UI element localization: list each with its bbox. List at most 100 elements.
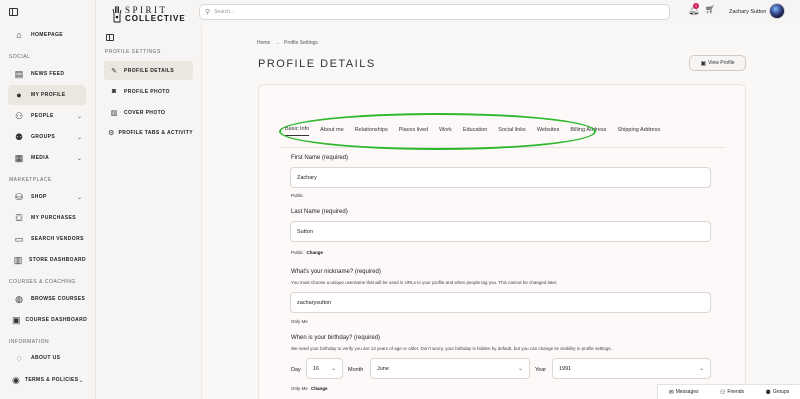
sidebar-item-label: Homepage — [31, 32, 63, 38]
day-value: 16 — [313, 365, 320, 372]
sidebar-item-my-profile[interactable]: ● My Profile — [8, 85, 86, 105]
sidebar-item-search-vendors[interactable]: ▭ Search Vendors — [8, 229, 86, 249]
tab-basic-info[interactable]: Basic Info — [285, 126, 310, 136]
sidebar-item-label: My Profile — [31, 92, 66, 98]
sidebar-item-homepage[interactable]: ⌂ Homepage — [8, 25, 86, 45]
sidebar-item-groups[interactable]: ⚉ Groups ⌄ — [8, 127, 86, 147]
year-select[interactable]: 1991 ⌄ — [552, 358, 711, 379]
first-name-visibility: Public — [291, 193, 304, 198]
last-name-visibility-row: Public Change — [291, 250, 323, 255]
change-visibility-link[interactable]: Change — [307, 250, 324, 255]
settings-item-cover-photo[interactable]: ▨ Cover Photo — [104, 103, 193, 122]
breadcrumb-home[interactable]: Home — [257, 40, 270, 46]
chevron-down-icon[interactable]: ⌄ — [77, 113, 82, 120]
view-profile-label: View Profile — [708, 60, 735, 66]
purchases-icon: ⛋ — [15, 212, 23, 223]
settings-heading: Profile Settings — [105, 49, 161, 55]
shop-icon: ⛁ — [15, 191, 23, 202]
chevron-down-icon[interactable]: ⌄ — [77, 155, 82, 162]
sidebar-item-browse-courses[interactable]: ◍ Browse Courses — [8, 289, 86, 309]
tab-shipping-address[interactable]: Shipping Address — [617, 127, 660, 136]
edit-icon: ✎ — [111, 67, 117, 75]
friends-button[interactable]: ⚇ Friends — [720, 389, 744, 396]
sidebar-item-shop[interactable]: ⛁ Shop ⌄ — [8, 187, 86, 207]
vendors-icon: ▭ — [14, 233, 24, 244]
sidebar-item-course-dashboard[interactable]: ▣ Course Dashboard — [8, 310, 88, 330]
sidebar-item-label: Shop — [31, 194, 47, 200]
tab-websites[interactable]: Websites — [537, 127, 560, 136]
search-bar[interactable]: ⚲ — [199, 4, 670, 20]
bottom-chat-bar: ✉ Messages ⚇ Friends ⚉ Groups — [657, 384, 800, 399]
settings-item-profile-details[interactable]: ✎ Profile Details — [104, 61, 193, 80]
chevron-down-icon[interactable]: ⌄ — [77, 134, 82, 141]
settings-item-profile-photo[interactable]: ◙ Profile Photo — [104, 82, 193, 101]
courses-icon: ◍ — [15, 293, 23, 304]
newsfeed-icon: ▤ — [14, 68, 24, 79]
tab-relationships[interactable]: Relationships — [355, 127, 388, 136]
nickname-label: What's your nickname? (required) — [291, 269, 381, 275]
cart-icon[interactable]: 🛒︎ — [705, 5, 715, 14]
tab-about-me[interactable]: About me — [320, 127, 344, 136]
settings-item-label: Profile Tabs & Activity — [118, 129, 193, 136]
chevron-down-icon[interactable]: ⌄ — [77, 194, 82, 201]
last-name-field[interactable]: Sutton — [290, 221, 711, 242]
breadcrumb-arrow-icon: → — [274, 40, 280, 46]
settings-item-label: Profile Photo — [124, 88, 170, 95]
sidebar-item-people[interactable]: ⚇ People ⌄ — [8, 106, 86, 126]
terms-icon: ◉ — [12, 374, 20, 385]
nickname-field[interactable]: zacharysutton — [290, 292, 711, 313]
media-icon: ▦ — [14, 152, 24, 163]
avatar[interactable] — [769, 3, 785, 19]
hand-logo-icon — [112, 6, 122, 23]
sidebar-item-store-dashboard[interactable]: ▥ Store Dashboard — [8, 250, 86, 270]
page-title: Profile Details — [258, 58, 376, 70]
tab-social-links[interactable]: Social links — [498, 127, 526, 136]
first-name-field[interactable]: Zachary — [290, 167, 711, 188]
home-icon: ⌂ — [16, 29, 22, 40]
sidebar-item-news-feed[interactable]: ▤ News Feed — [8, 64, 86, 84]
birthday-description: We need your birthday to verify you are … — [291, 346, 612, 351]
last-name-visibility: Public — [291, 250, 304, 255]
messages-button[interactable]: ✉ Messages — [669, 389, 699, 396]
groups-label: Groups — [772, 389, 790, 395]
friends-label: Friends — [727, 389, 745, 395]
sidebar-item-label: Course Dashboard — [25, 317, 88, 323]
settings-sidebar-toggle-icon[interactable] — [106, 34, 114, 41]
tab-education[interactable]: Education — [463, 127, 487, 136]
sidebar-toggle-icon[interactable] — [9, 8, 18, 16]
tab-work[interactable]: Work — [439, 127, 452, 136]
birthday-visibility-row: Only Me Change — [291, 386, 328, 391]
change-visibility-link[interactable]: Change — [311, 386, 328, 391]
sidebar-item-media[interactable]: ▦ Media ⌄ — [8, 148, 86, 168]
sidebar-item-label: Groups — [31, 134, 56, 140]
birthday-visibility: Only Me — [291, 386, 308, 391]
sidebar-item-terms-policies[interactable]: ◉ Terms & Policies ⌄ — [8, 370, 86, 390]
month-select[interactable]: June ⌄ — [370, 358, 530, 379]
notification-badge: 1 — [693, 3, 699, 9]
logo-text-line2: COLLECTIVE — [125, 13, 186, 23]
user-name[interactable]: Zachary Sutton — [729, 9, 766, 15]
user-icon: ● — [16, 89, 22, 100]
section-courses: Courses & Coaching — [9, 279, 76, 285]
tab-billing-address[interactable]: Billing Address — [570, 127, 606, 136]
groups-button[interactable]: ⚉ Groups — [765, 389, 789, 396]
year-value: 1991 — [559, 365, 572, 372]
profile-card-icon: ▣ — [700, 60, 707, 67]
settings-item-profile-tabs[interactable]: ⚙ Profile Tabs & Activity — [104, 123, 193, 142]
sidebar-item-my-purchases[interactable]: ⛋ My Purchases — [8, 208, 86, 228]
last-name-label: Last Name (required) — [291, 209, 348, 215]
search-input[interactable] — [214, 9, 645, 15]
messages-label: Messages — [675, 389, 699, 395]
settings-item-label: Cover Photo — [124, 109, 166, 116]
section-information: Information — [9, 339, 50, 345]
tab-places-lived[interactable]: Places lived — [399, 127, 428, 136]
tab-divider — [279, 147, 724, 148]
section-social: Social — [9, 54, 31, 60]
site-logo[interactable]: SPIRIT COLLECTIVE — [112, 3, 186, 25]
chevron-down-icon[interactable]: ⌄ — [79, 377, 84, 384]
day-select[interactable]: 16 ⌄ — [306, 358, 343, 379]
view-profile-button[interactable]: ▣ View Profile — [689, 55, 746, 71]
sidebar-item-label: Browse Courses — [31, 296, 86, 302]
camera-icon: ◙ — [111, 88, 117, 95]
sidebar-item-about-us[interactable]: ◌ About Us — [8, 348, 86, 368]
